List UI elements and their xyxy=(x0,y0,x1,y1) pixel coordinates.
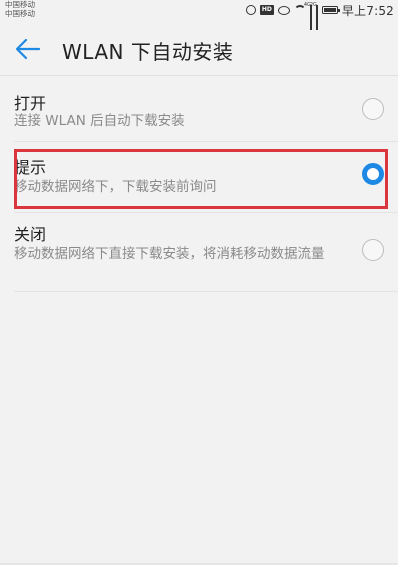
carrier-1: 中国移动 xyxy=(5,0,35,9)
status-icons: HD 4G 2G 早上7:52 xyxy=(245,2,394,30)
option-description: 连接 WLAN 后自动下载安装 xyxy=(14,113,185,129)
status-bar: 中国移动 中国移动 HD 4G 2G 早上7:52 xyxy=(0,0,398,30)
carrier-2: 中国移动 xyxy=(5,9,35,18)
header-divider xyxy=(0,75,398,76)
signal-icon: 2G xyxy=(310,2,318,30)
hd-icon: HD xyxy=(259,5,274,15)
option-label: 打开 xyxy=(14,94,47,113)
option-label: 关闭 xyxy=(14,225,47,244)
eye-icon xyxy=(277,5,290,15)
alarm-icon xyxy=(245,5,256,15)
screen: 中国移动 中国移动 HD 4G 2G 早上7:52 WLAN 下自动安装 打开 … xyxy=(0,0,398,565)
radio-button[interactable] xyxy=(362,239,384,261)
battery-icon xyxy=(321,6,340,14)
option-open[interactable]: 打开 连接 WLAN 后自动下载安装 xyxy=(0,78,398,141)
app-bar: WLAN 下自动安装 xyxy=(0,22,398,76)
radio-button[interactable] xyxy=(362,98,384,120)
back-arrow-icon xyxy=(15,38,41,60)
divider xyxy=(14,291,398,292)
signal-tag: 2G xyxy=(309,2,317,8)
clock: 早上7:52 xyxy=(341,3,394,18)
option-close[interactable]: 关闭 移动数据网络下直接下载安装，将消耗移动数据流量 xyxy=(0,213,398,291)
carrier-labels: 中国移动 中国移动 xyxy=(5,0,35,18)
option-description: 移动数据网络下直接下载安装，将消耗移动数据流量 xyxy=(14,246,325,262)
highlight-box xyxy=(14,149,388,209)
back-button[interactable] xyxy=(15,38,41,60)
page-title: WLAN 下自动安装 xyxy=(62,40,234,64)
